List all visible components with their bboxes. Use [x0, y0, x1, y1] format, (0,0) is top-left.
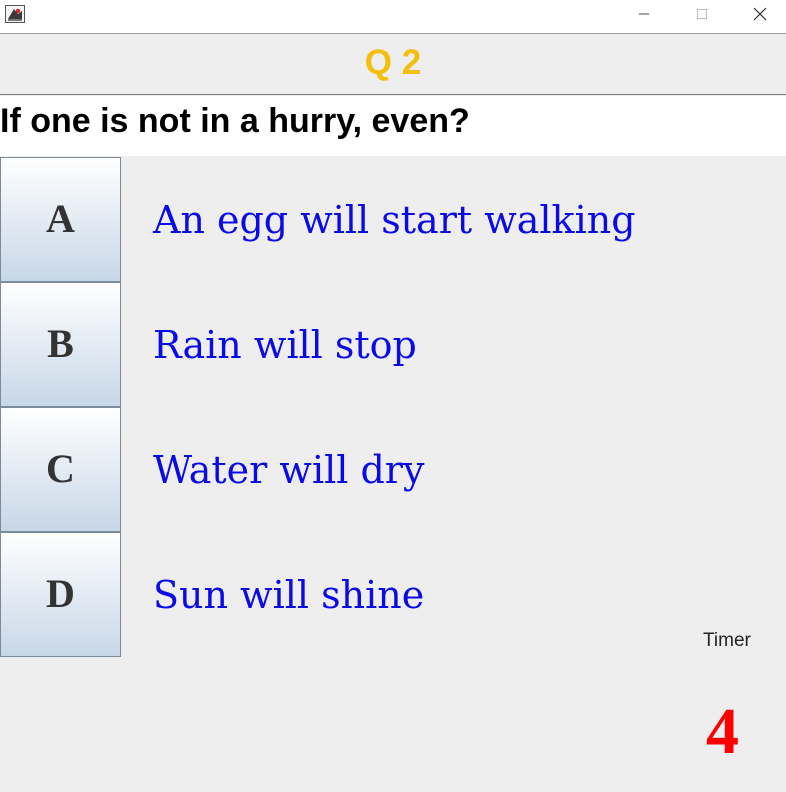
option-b-button[interactable]: B [0, 282, 121, 407]
close-button[interactable] [731, 0, 786, 28]
option-d-button[interactable]: D [0, 532, 121, 657]
option-a-button[interactable]: A [0, 157, 121, 282]
minimize-button[interactable] [615, 0, 673, 28]
quiz-window: Q 2 If one is not in a hurry, even? A An… [0, 0, 786, 792]
question-band: If one is not in a hurry, even? [0, 96, 786, 156]
question-number: Q 2 [364, 43, 422, 82]
question-number-band: Q 2 [0, 34, 786, 95]
option-b-letter: B [47, 321, 74, 366]
close-icon [753, 7, 767, 21]
option-c-button[interactable]: C [0, 407, 121, 532]
option-d-text: Sun will shine [153, 573, 425, 617]
timer-value: 4 [706, 695, 739, 768]
maximize-button[interactable] [673, 0, 731, 28]
timer-label: Timer [703, 630, 751, 651]
option-c-text: Water will dry [153, 448, 425, 492]
option-a-text: An egg will start walking [153, 198, 636, 242]
maximize-icon [697, 9, 707, 19]
java-app-icon [5, 5, 25, 23]
option-d-letter: D [46, 571, 75, 616]
option-a-letter: A [46, 196, 75, 241]
option-b-text: Rain will stop [153, 323, 417, 367]
title-bar [0, 0, 786, 34]
option-c-letter: C [46, 446, 75, 491]
question-text: If one is not in a hurry, even? [0, 102, 470, 140]
minimize-icon [639, 13, 649, 15]
